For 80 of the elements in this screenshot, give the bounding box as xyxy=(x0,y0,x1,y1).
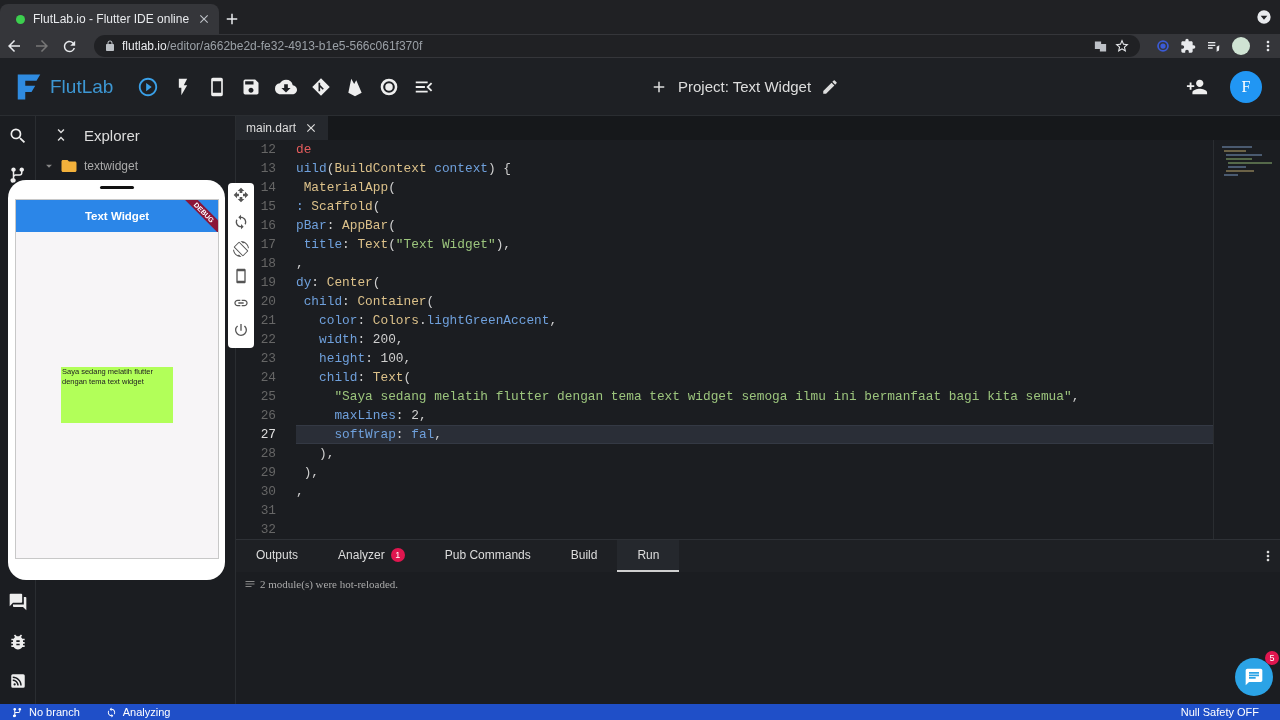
play-icon[interactable] xyxy=(137,75,160,98)
line-number: 18 xyxy=(259,256,276,271)
edit-icon[interactable] xyxy=(821,77,840,96)
panel-tab[interactable]: Build xyxy=(550,540,618,572)
move-icon[interactable] xyxy=(233,187,249,203)
git-icon[interactable] xyxy=(311,76,332,97)
line-number: 27 xyxy=(259,427,276,442)
code-line: child: Container( xyxy=(302,293,436,311)
line-number: 30 xyxy=(259,484,276,499)
line-number: 29 xyxy=(259,465,276,480)
line-number: 20 xyxy=(259,294,276,309)
target-icon[interactable] xyxy=(379,76,400,97)
sync-icon[interactable] xyxy=(105,706,117,718)
line-number: 15 xyxy=(259,199,276,214)
line-number: 32 xyxy=(259,522,276,537)
app-bar-title: Text Widget xyxy=(84,210,150,222)
code-line: "Saya sedang melatih flutter dengan tema text widget semoga ilmu ini bermanfaat bagi kita semua", xyxy=(333,388,1081,406)
line-number: 22 xyxy=(259,332,276,347)
line-number: 19 xyxy=(259,275,276,290)
panel-tab[interactable]: Outputs xyxy=(236,540,319,572)
browser-tab[interactable]: FlutLab.io - Flutter IDE online xyxy=(0,4,220,34)
line-number: 16 xyxy=(259,218,276,233)
panel-tab[interactable]: Run xyxy=(617,540,680,572)
lock-icon xyxy=(104,40,116,52)
line-number: 21 xyxy=(259,313,276,328)
panel-tab[interactable]: Pub Commands xyxy=(424,540,551,572)
code-line: , xyxy=(296,255,305,273)
phone-icon[interactable] xyxy=(233,268,249,284)
code-line: de xyxy=(296,141,313,159)
panel-tab[interactable]: Analyzer 1 xyxy=(318,540,425,572)
panel-title: Explorer xyxy=(84,126,140,144)
code-line: child: Text( xyxy=(318,369,413,387)
line-number: 23 xyxy=(259,351,276,366)
code-line: height: 100, xyxy=(318,350,413,368)
line-number: 13 xyxy=(259,161,276,176)
count-badge: 1 xyxy=(390,548,405,562)
tree-item[interactable]: textwidget xyxy=(84,159,139,173)
code-line: title: Text("Text Widget"), xyxy=(302,236,513,254)
star-icon[interactable] xyxy=(1114,38,1130,54)
line-number: 25 xyxy=(259,389,276,404)
branch-status[interactable]: No branch xyxy=(29,706,80,718)
code-line: ), xyxy=(302,464,321,482)
folder-icon xyxy=(60,157,78,175)
favicon xyxy=(16,14,25,24)
logo-text: FlutLab xyxy=(50,75,114,98)
dropdown-icon[interactable] xyxy=(1256,9,1272,25)
code-line: MaterialApp( xyxy=(302,179,397,197)
code-line: dy: Center( xyxy=(296,274,382,292)
puzzle-icon[interactable] xyxy=(1180,38,1196,54)
code-line: , xyxy=(296,483,305,501)
file-tab[interactable]: main.dart xyxy=(236,116,329,140)
branch-icon[interactable] xyxy=(12,706,23,718)
lines-icon xyxy=(244,578,256,590)
code-line: maxLines: 2, xyxy=(333,407,428,425)
branch-icon[interactable] xyxy=(8,166,27,184)
forward-icon[interactable] xyxy=(33,37,51,55)
count-badge: 5 xyxy=(1265,651,1279,665)
project-title: Project: Text Widget xyxy=(678,78,812,95)
line-number: 28 xyxy=(259,446,276,461)
output-line: 2 module(s) were hot-reloaded. xyxy=(260,578,399,590)
code-line: uild(BuildContext context) { xyxy=(296,160,513,178)
line-number: 26 xyxy=(259,408,276,423)
rss-icon[interactable] xyxy=(8,672,27,690)
power-icon[interactable] xyxy=(233,322,249,338)
rotate-icon[interactable] xyxy=(233,241,249,257)
line-number: 24 xyxy=(259,370,276,385)
analysis-status: Analyzing xyxy=(122,706,171,718)
line-number: 17 xyxy=(259,237,276,252)
line-number: 31 xyxy=(259,503,276,518)
code-line: ), xyxy=(318,445,336,463)
code-line: : Scaffold( xyxy=(296,198,382,216)
chat-icon[interactable] xyxy=(7,592,28,612)
profile-avatar[interactable] xyxy=(1232,37,1250,55)
code-line: pBar: AppBar( xyxy=(296,217,397,235)
refresh-icon[interactable] xyxy=(233,214,249,230)
code-line: width: 200, xyxy=(318,331,405,349)
code-line: color: Colors.lightGreenAccent, xyxy=(318,312,559,330)
null-safety-status[interactable]: Null Safety OFF xyxy=(1180,706,1259,718)
line-number: 12 xyxy=(259,142,276,157)
line-number: 14 xyxy=(259,180,276,195)
